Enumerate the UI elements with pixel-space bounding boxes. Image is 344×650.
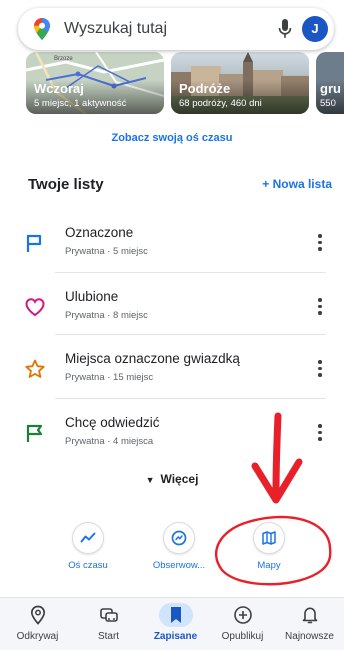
nav-explore[interactable]: Odkrywaj xyxy=(3,603,72,642)
see-timeline-link[interactable]: Zobacz swoją oś czasu xyxy=(0,132,344,144)
timeline-cards: Brzoze Wczoraj 5 miejsc, 1 aktywność Pod… xyxy=(0,44,344,119)
nav-label: Odkrywaj xyxy=(16,631,59,642)
card-subtitle: 68 podróży, 460 dni xyxy=(179,98,262,109)
list-meta: Prywatna · 4 miejsca xyxy=(65,436,154,447)
divider xyxy=(55,398,326,399)
card-subtitle: 550 xyxy=(320,98,336,109)
green-flag-icon xyxy=(26,424,43,442)
more-vert-icon[interactable] xyxy=(314,295,326,317)
quick-action-label: Mapy xyxy=(257,560,281,571)
heart-icon xyxy=(25,298,45,317)
list-name: Chcę odwiedzić xyxy=(65,415,160,430)
list-meta: Prywatna · 15 miejsc xyxy=(65,372,154,383)
list-item-want-to-go[interactable]: Chcę odwiedzić Prywatna · 4 miejsca xyxy=(0,405,344,465)
divider xyxy=(55,334,326,335)
timeline-icon xyxy=(72,522,104,554)
flag-outline-icon xyxy=(26,234,42,252)
maps-logo-icon xyxy=(34,18,50,40)
plus-circle-icon xyxy=(228,603,258,627)
car-icon xyxy=(94,603,124,627)
search-bar[interactable]: Wyszukaj tutaj J xyxy=(18,8,334,50)
list-meta: Prywatna · 5 miejsc xyxy=(65,246,148,257)
follow-icon xyxy=(163,522,195,554)
nav-label: Najnowsze xyxy=(285,631,334,642)
chevron-down-icon: ▼ xyxy=(145,475,155,485)
nav-updates[interactable]: Najnowsze xyxy=(275,603,344,642)
show-more-button[interactable]: ▼ Więcej xyxy=(0,472,344,486)
nav-label: Start xyxy=(97,631,120,642)
card-title: Wczoraj xyxy=(34,81,84,96)
nav-contribute[interactable]: Opublikuj xyxy=(208,603,277,642)
quick-action-timeline[interactable]: Oś czasu xyxy=(48,522,128,571)
quick-action-label: Oś czasu xyxy=(68,560,108,571)
map-place-label: Brzoze xyxy=(54,56,73,62)
divider xyxy=(55,272,326,273)
bell-icon xyxy=(295,603,325,627)
pin-icon xyxy=(23,603,53,627)
bottom-navigation: Odkrywaj Start Zapisane Opublikuj Najnow… xyxy=(0,597,344,650)
star-icon xyxy=(25,359,45,378)
more-vert-icon[interactable] xyxy=(314,421,326,443)
timeline-card-trips[interactable]: Podróże 68 podróży, 460 dni xyxy=(171,52,309,114)
microphone-icon[interactable] xyxy=(278,19,292,39)
nav-label: Zapisane xyxy=(153,631,198,642)
card-title: gru xyxy=(320,81,341,96)
search-input[interactable]: Wyszukaj tutaj xyxy=(64,20,167,38)
card-subtitle: 5 miejsc, 1 aktywność xyxy=(34,98,127,109)
quick-action-maps[interactable]: Mapy xyxy=(229,522,309,571)
nav-label: Opublikuj xyxy=(221,631,264,642)
nav-saved[interactable]: Zapisane xyxy=(141,603,210,642)
nav-start[interactable]: Start xyxy=(74,603,143,642)
timeline-card-partial[interactable]: gru 550 xyxy=(316,52,344,114)
new-list-button[interactable]: + Nowa lista xyxy=(262,177,332,191)
lists-heading: Twoje listy xyxy=(28,176,104,193)
quick-action-label: Obserwow... xyxy=(152,560,206,571)
card-title: Podróże xyxy=(179,81,231,96)
map-icon xyxy=(253,522,285,554)
avatar[interactable]: J xyxy=(302,16,328,42)
list-item-marked[interactable]: Oznaczone Prywatna · 5 miejsc xyxy=(0,215,344,275)
timeline-card-yesterday[interactable]: Brzoze Wczoraj 5 miejsc, 1 aktywność xyxy=(26,52,164,114)
list-item-favourites[interactable]: Ulubione Prywatna · 8 miejsc xyxy=(0,279,344,339)
more-vert-icon[interactable] xyxy=(314,231,326,253)
list-name: Miejsca oznaczone gwiazdką xyxy=(65,351,240,366)
quick-action-following[interactable]: Obserwow... xyxy=(139,522,219,571)
more-label: Więcej xyxy=(160,472,199,486)
list-name: Oznaczone xyxy=(65,225,134,240)
list-item-starred[interactable]: Miejsca oznaczone gwiazdką Prywatna · 15… xyxy=(0,341,344,401)
more-vert-icon[interactable] xyxy=(314,357,326,379)
bookmark-icon xyxy=(158,603,193,627)
list-meta: Prywatna · 8 miejsc xyxy=(65,310,148,321)
list-name: Ulubione xyxy=(65,289,119,304)
